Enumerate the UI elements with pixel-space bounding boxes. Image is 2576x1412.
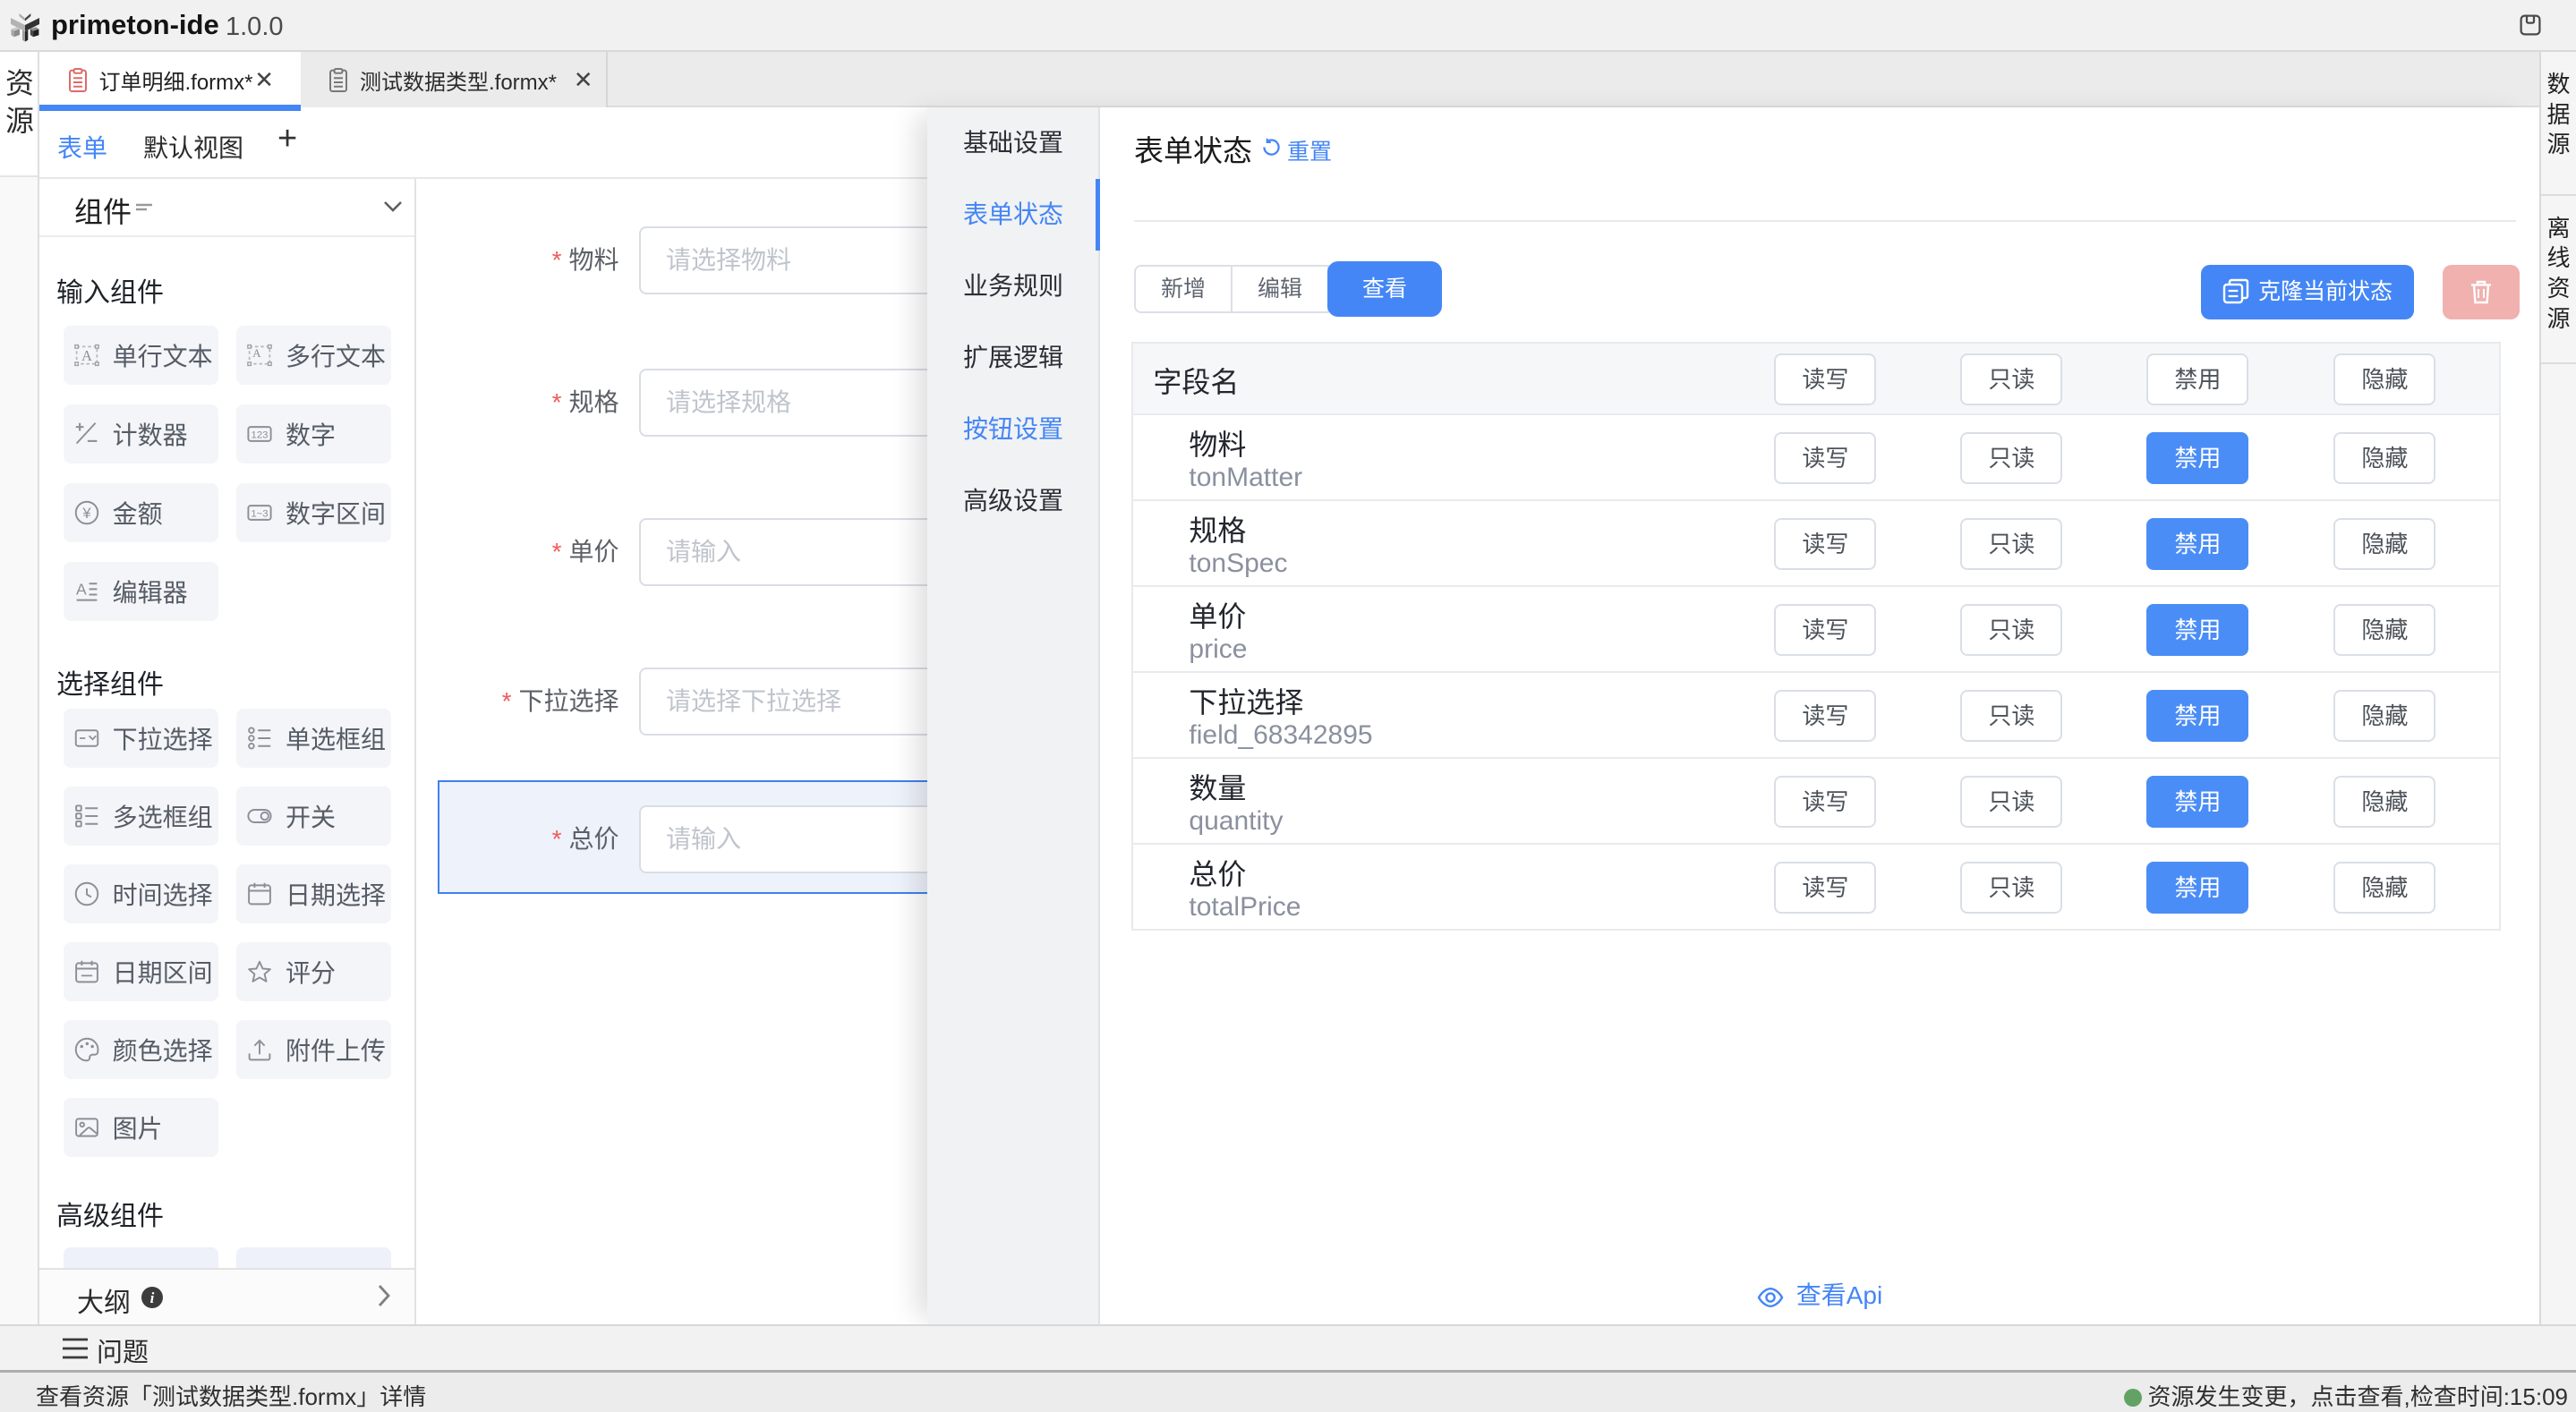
svg-text:A: A bbox=[76, 581, 87, 599]
svg-text:A: A bbox=[252, 346, 261, 360]
svg-text:¥: ¥ bbox=[81, 505, 91, 522]
svg-text:i: i bbox=[150, 1289, 155, 1306]
svg-text:123: 123 bbox=[252, 430, 269, 440]
svg-text:1~3: 1~3 bbox=[251, 508, 268, 519]
svg-text:A: A bbox=[81, 347, 92, 364]
